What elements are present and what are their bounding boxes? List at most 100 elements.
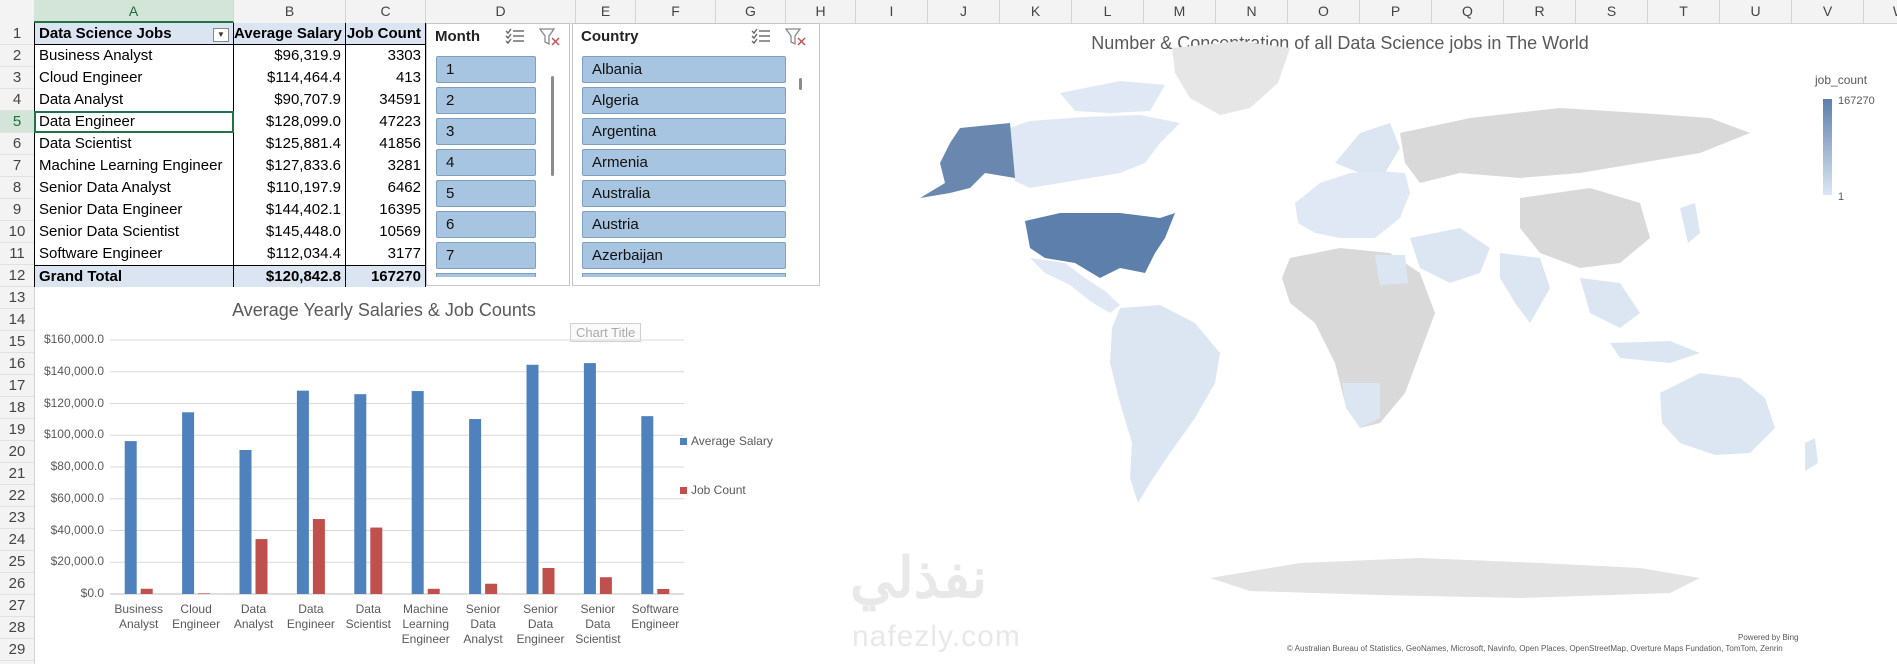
column-header-e[interactable]: E [576,0,636,23]
column-header-c[interactable]: C [346,0,426,23]
column-header-j[interactable]: J [928,0,1000,23]
row-header-3[interactable]: 3 [0,67,34,89]
slicer-item[interactable]: Australia [582,180,786,207]
pivot-cell-job[interactable]: Data Analyst [34,89,234,111]
pivot-cell-count[interactable]: 34591 [346,89,426,111]
row-header-22[interactable]: 22 [0,485,34,507]
pivot-cell-count[interactable]: 10569 [346,221,426,243]
column-header-l[interactable]: L [1072,0,1144,23]
row-header-2[interactable]: 2 [0,45,34,67]
column-header-r[interactable]: R [1504,0,1576,23]
row-header-23[interactable]: 23 [0,507,34,529]
row-header-24[interactable]: 24 [0,529,34,551]
slicer-item[interactable]: 2 [436,87,536,114]
column-header-t[interactable]: T [1648,0,1720,23]
pivot-cell-count[interactable]: Job Count [346,23,426,45]
slicer-item[interactable]: Argentina [582,118,786,145]
row-header-19[interactable]: 19 [0,419,34,441]
row-header-27[interactable]: 27 [0,595,34,617]
filter-dropdown-icon[interactable]: ▼ [213,28,229,42]
column-header-v[interactable]: V [1792,0,1864,23]
column-header-b[interactable]: B [234,0,346,23]
pivot-cell-count[interactable]: 47223 [346,111,426,133]
pivot-cell-job[interactable]: Machine Learning Engineer [34,155,234,177]
row-header-12[interactable]: 12 [0,265,34,287]
pivot-cell-job[interactable]: Grand Total [34,265,234,287]
pivot-cell-salary[interactable]: $128,099.0 [234,111,346,133]
pivot-cell-salary[interactable]: $112,034.4 [234,243,346,265]
pivot-cell-job[interactable]: Senior Data Engineer [34,199,234,221]
row-header-10[interactable]: 10 [0,221,34,243]
column-header-d[interactable]: D [426,0,576,23]
month-slicer-scrollbar[interactable] [551,76,554,176]
pivot-cell-salary[interactable]: $114,464.4 [234,67,346,89]
pivot-cell-count[interactable]: 167270 [346,265,426,287]
column-header-f[interactable]: F [636,0,716,23]
pivot-cell-job[interactable]: Senior Data Analyst [34,177,234,199]
pivot-cell-job[interactable]: Data Scientist [34,133,234,155]
pivot-cell-count[interactable]: 413 [346,67,426,89]
slicer-item[interactable]: Algeria [582,87,786,114]
row-header-9[interactable]: 9 [0,199,34,221]
row-header-1[interactable]: 1 [0,23,34,45]
column-header-i[interactable]: I [856,0,928,23]
pivot-cell-job[interactable]: Data Science Jobs [34,23,234,45]
slicer-item[interactable]: 4 [436,149,536,176]
slicer-item[interactable]: Albania [582,56,786,83]
pivot-cell-salary[interactable]: $120,842.8 [234,265,346,287]
multi-select-icon[interactable] [505,27,525,50]
row-header-25[interactable]: 25 [0,551,34,573]
column-header-g[interactable]: G [716,0,786,23]
slicer-item[interactable]: Armenia [582,149,786,176]
row-header-16[interactable]: 16 [0,353,34,375]
pivot-cell-salary[interactable]: $144,402.1 [234,199,346,221]
pivot-cell-salary[interactable]: $127,833.6 [234,155,346,177]
pivot-cell-job[interactable]: Senior Data Scientist [34,221,234,243]
slicer-item[interactable]: 6 [436,211,536,238]
row-header-7[interactable]: 7 [0,155,34,177]
column-header-a[interactable]: A [34,0,234,23]
slicer-item[interactable]: 1 [436,56,536,83]
clear-filter-icon[interactable] [784,27,807,52]
row-header-20[interactable]: 20 [0,441,34,463]
pivot-cell-count[interactable]: 3303 [346,45,426,67]
slicer-item[interactable]: 7 [436,242,536,269]
pivot-cell-salary[interactable]: $125,881.4 [234,133,346,155]
slicer-item[interactable]: 5 [436,180,536,207]
multi-select-icon[interactable] [751,27,771,50]
column-header-m[interactable]: M [1144,0,1216,23]
row-header-18[interactable]: 18 [0,397,34,419]
row-header-15[interactable]: 15 [0,331,34,353]
row-header-28[interactable]: 28 [0,617,34,639]
row-header-5[interactable]: 5 [0,111,34,133]
pivot-cell-salary[interactable]: $90,707.9 [234,89,346,111]
pivot-cell-job[interactable]: Software Engineer [34,243,234,265]
bar-chart[interactable]: Average Yearly Salaries & Job Counts Cha… [34,290,814,660]
column-header-u[interactable]: U [1720,0,1792,23]
pivot-cell-salary[interactable]: Average Salary [234,23,346,45]
row-header-26[interactable]: 26 [0,573,34,595]
column-header-h[interactable]: H [786,0,856,23]
row-header-4[interactable]: 4 [0,89,34,111]
column-header-n[interactable]: N [1216,0,1288,23]
pivot-cell-count[interactable]: 3281 [346,155,426,177]
clear-filter-icon[interactable] [538,27,561,52]
column-header-q[interactable]: Q [1432,0,1504,23]
pivot-cell-count[interactable]: 6462 [346,177,426,199]
pivot-cell-count[interactable]: 16395 [346,199,426,221]
row-header-13[interactable]: 13 [0,287,34,309]
column-header-s[interactable]: S [1576,0,1648,23]
column-header-o[interactable]: O [1288,0,1360,23]
row-header-14[interactable]: 14 [0,309,34,331]
pivot-cell-salary[interactable]: $96,319.9 [234,45,346,67]
row-header-29[interactable]: 29 [0,639,34,661]
slicer-item[interactable]: 3 [436,118,536,145]
slicer-item[interactable]: Azerbaijan [582,242,786,269]
row-header-21[interactable]: 21 [0,463,34,485]
row-header-11[interactable]: 11 [0,243,34,265]
column-header-p[interactable]: P [1360,0,1432,23]
pivot-cell-salary[interactable]: $110,197.9 [234,177,346,199]
pivot-cell-job[interactable]: Cloud Engineer [34,67,234,89]
pivot-cell-count[interactable]: 3177 [346,243,426,265]
row-header-17[interactable]: 17 [0,375,34,397]
